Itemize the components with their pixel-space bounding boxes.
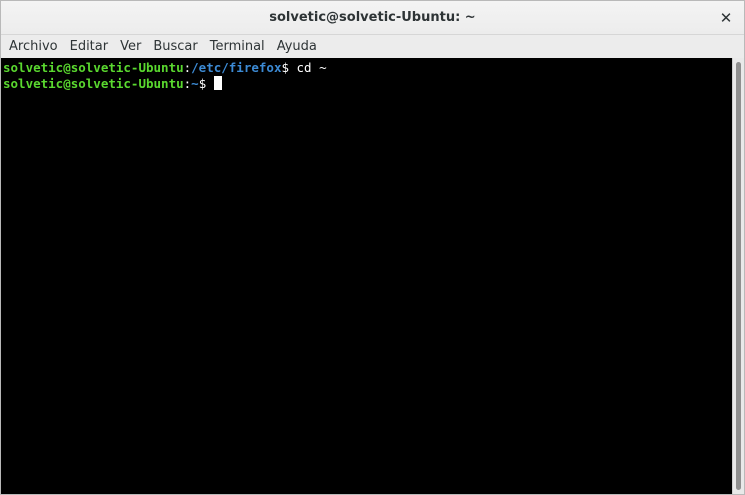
- title-bar[interactable]: solvetic@solvetic-Ubuntu: ~ ✕: [1, 1, 744, 35]
- menu-bar: Archivo Editar Ver Buscar Terminal Ayuda: [1, 35, 744, 58]
- command-text: cd ~: [296, 60, 327, 75]
- menu-editar[interactable]: Editar: [64, 35, 115, 58]
- prompt-user: solvetic@solvetic-Ubuntu: [3, 76, 184, 91]
- menu-terminal[interactable]: Terminal: [204, 35, 271, 58]
- window-title: solvetic@solvetic-Ubuntu: ~: [269, 10, 476, 25]
- close-icon[interactable]: ✕: [716, 8, 736, 28]
- prompt-path: /etc/firefox: [191, 60, 282, 75]
- menu-buscar[interactable]: Buscar: [147, 35, 203, 58]
- vertical-scrollbar[interactable]: [732, 58, 744, 494]
- menu-ver[interactable]: Ver: [114, 35, 147, 58]
- prompt-symbol: $: [198, 76, 214, 91]
- terminal-output[interactable]: solvetic@solvetic-Ubuntu:/etc/firefox$ c…: [1, 58, 732, 494]
- prompt-user: solvetic@solvetic-Ubuntu: [3, 60, 184, 75]
- terminal-cursor: [213, 76, 222, 90]
- menu-ayuda[interactable]: Ayuda: [271, 35, 323, 58]
- prompt-path: ~: [191, 76, 199, 91]
- terminal-line: solvetic@solvetic-Ubuntu:~$: [3, 76, 730, 92]
- terminal-window: solvetic@solvetic-Ubuntu: ~ ✕ Archivo Ed…: [0, 0, 745, 495]
- terminal-line: solvetic@solvetic-Ubuntu:/etc/firefox$ c…: [3, 60, 730, 76]
- scroll-thumb[interactable]: [736, 62, 741, 490]
- prompt-symbol: $: [281, 60, 297, 75]
- menu-archivo[interactable]: Archivo: [3, 35, 64, 58]
